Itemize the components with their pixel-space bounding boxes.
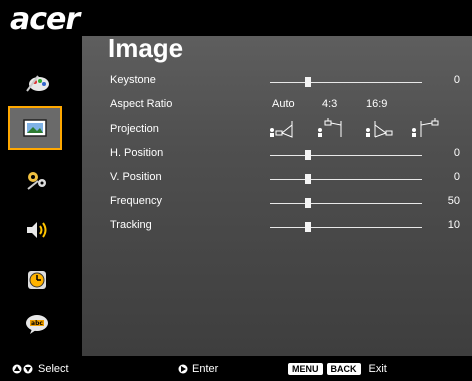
projection-rear-ceiling-icon[interactable] (410, 117, 440, 139)
h-position-value: 0 (453, 147, 460, 159)
keystone-value: 0 (453, 74, 460, 86)
aspect-option-auto[interactable]: Auto (272, 98, 295, 110)
sidebar-item-image[interactable] (8, 106, 62, 150)
select-hint: Select (12, 363, 69, 375)
projection-front-ceiling-icon[interactable] (316, 117, 346, 139)
enter-hint: Enter (178, 363, 218, 375)
svg-text:abc: abc (31, 320, 43, 327)
timer-clock-icon (28, 271, 46, 289)
frequency-slider[interactable] (270, 198, 422, 208)
tracking-slider[interactable] (270, 222, 422, 232)
frequency-row[interactable]: Frequency 50 (110, 195, 460, 213)
language-abc-icon: abc (26, 315, 48, 334)
h-position-slider-thumb[interactable] (305, 150, 311, 160)
tracking-label: Tracking (110, 219, 152, 231)
select-label: Select (38, 363, 69, 375)
exit-hint: MENU BACK Exit (288, 363, 387, 375)
keystone-slider[interactable] (270, 77, 422, 87)
h-position-slider[interactable] (270, 150, 422, 160)
sidebar-item-color[interactable] (14, 64, 60, 100)
projection-label: Projection (110, 123, 159, 135)
aspect-ratio-row[interactable]: Aspect Ratio Auto 4:3 16:9 (110, 98, 460, 116)
tracking-value: 10 (447, 219, 460, 231)
h-position-row[interactable]: H. Position 0 (110, 147, 460, 165)
projection-rear-desktop-icon[interactable] (364, 117, 394, 139)
h-position-label: H. Position (110, 147, 164, 159)
page-title: Image (108, 33, 184, 63)
aspect-option-16-9[interactable]: 16:9 (366, 98, 387, 110)
v-position-slider[interactable] (270, 174, 422, 184)
enter-label: Enter (192, 363, 219, 375)
frequency-value: 50 (447, 195, 460, 207)
v-position-row[interactable]: V. Position 0 (110, 171, 460, 189)
projection-row[interactable]: Projection (110, 118, 460, 141)
acer-logo: acer (10, 2, 80, 37)
exit-label: Exit (368, 363, 387, 375)
audio-speaker-icon (27, 222, 47, 238)
v-position-value: 0 (453, 171, 460, 183)
right-arrow-icon (178, 364, 188, 374)
sidebar-item-audio[interactable] (14, 212, 60, 248)
back-key[interactable]: BACK (326, 363, 361, 375)
aspect-ratio-label: Aspect Ratio (110, 98, 173, 110)
frequency-label: Frequency (110, 195, 162, 207)
projection-front-desktop-icon[interactable] (268, 117, 298, 139)
color-palette-icon (26, 75, 49, 92)
sidebar-item-language[interactable]: abc (14, 306, 60, 342)
frequency-slider-thumb[interactable] (305, 198, 311, 208)
footer-hints: Select Enter MENU BACK Exit (0, 356, 472, 381)
management-gear-icon (27, 172, 46, 190)
sidebar-item-timer[interactable] (14, 262, 60, 298)
keystone-label: Keystone (110, 74, 156, 86)
v-position-label: V. Position (110, 171, 162, 183)
tracking-row[interactable]: Tracking 10 (110, 219, 460, 237)
aspect-option-4-3[interactable]: 4:3 (322, 98, 337, 110)
keystone-slider-thumb[interactable] (305, 77, 311, 87)
sidebar-item-management[interactable] (14, 162, 60, 198)
image-icon (23, 119, 47, 137)
keystone-row[interactable]: Keystone 0 (110, 74, 460, 92)
sidebar: abc (0, 40, 82, 356)
up-down-arrows-icon (12, 364, 33, 374)
menu-key[interactable]: MENU (288, 363, 323, 375)
tracking-slider-thumb[interactable] (305, 222, 311, 232)
v-position-slider-thumb[interactable] (305, 174, 311, 184)
